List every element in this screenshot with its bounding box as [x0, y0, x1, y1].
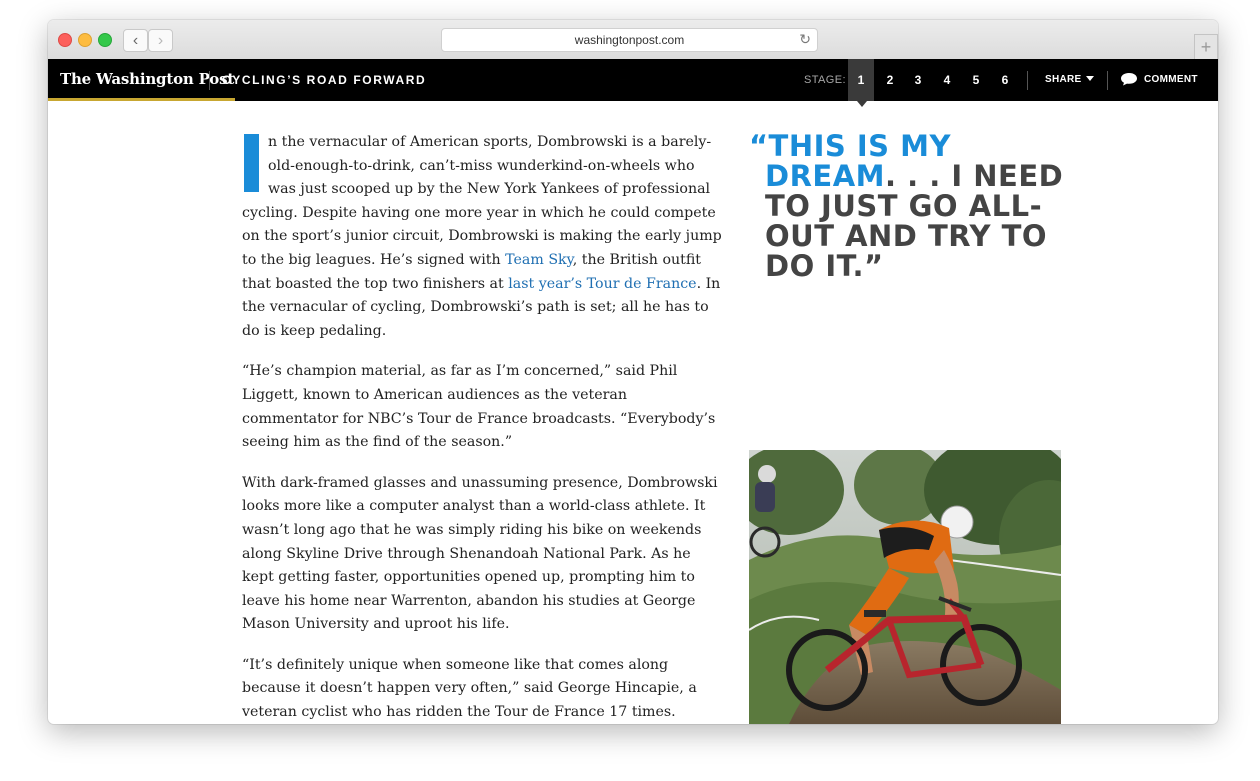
speech-bubble-icon [1121, 73, 1137, 86]
active-stage-indicator [857, 101, 867, 107]
share-button[interactable]: SHARE [1045, 74, 1094, 85]
minimize-window-button[interactable] [78, 33, 92, 47]
quote-line: DREAM. . . I NEED [749, 161, 1069, 191]
stage-number: 1 [857, 73, 865, 87]
logo-underline [48, 98, 235, 101]
stage-1-button[interactable]: 1 [848, 59, 874, 107]
divider [1027, 71, 1028, 90]
new-tab-button[interactable]: + [1194, 34, 1218, 60]
quote-line: “THIS IS MY [749, 129, 952, 163]
chevron-left-icon: ‹ [132, 31, 139, 49]
share-label: SHARE [1045, 74, 1082, 85]
address-bar[interactable]: washingtonpost.com ↻ [441, 28, 818, 52]
article-paragraph: With dark-framed glasses and unassuming … [242, 474, 718, 633]
stage-number: 2 [886, 73, 894, 87]
stage-number: 4 [943, 73, 951, 87]
stage-number: 6 [1001, 73, 1009, 87]
back-button[interactable]: ‹ [123, 29, 148, 52]
drop-cap-marker [244, 134, 259, 192]
forward-button[interactable]: › [148, 29, 173, 52]
stage-number: 3 [914, 73, 922, 87]
url-text: washingtonpost.com [574, 33, 685, 47]
quote-line: OUT AND TRY TO [765, 219, 1048, 253]
stage-label: STAGE: [804, 74, 846, 86]
site-logo[interactable]: The Washington Post [60, 70, 234, 88]
stage-number: 5 [972, 73, 980, 87]
reload-icon[interactable]: ↻ [799, 31, 811, 48]
plus-icon: + [1200, 36, 1212, 57]
chevron-right-icon: › [157, 31, 164, 49]
divider [209, 71, 210, 90]
stage-4-button[interactable]: 4 [934, 59, 960, 101]
article-paragraph: n the vernacular of American sports, Dom… [242, 131, 722, 343]
zoom-window-button[interactable] [98, 33, 112, 47]
stage-2-button[interactable]: 2 [877, 59, 903, 101]
comment-button[interactable]: COMMENT [1120, 72, 1198, 86]
tour-de-france-link[interactable]: last year’s Tour de France [508, 276, 696, 292]
cyclist-photo[interactable] [749, 450, 1061, 724]
browser-window: ‹ › washingtonpost.com ↻ + The Washingto… [48, 20, 1218, 724]
browser-toolbar: ‹ › washingtonpost.com ↻ + [48, 20, 1218, 60]
article-paragraph: “It’s definitely unique when someone lik… [242, 656, 697, 721]
comment-label: COMMENT [1144, 73, 1198, 85]
quote-line: DO IT.” [765, 249, 884, 283]
article-body: n the vernacular of American sports, Dom… [242, 131, 722, 724]
stage-6-button[interactable]: 6 [992, 59, 1018, 101]
quote-text: . . . I NEED [885, 159, 1064, 193]
cyclist-photo-image [749, 450, 1061, 724]
quote-line: TO JUST GO ALL- [765, 189, 1043, 223]
team-sky-link[interactable]: Team Sky [505, 252, 573, 268]
stage-5-button[interactable]: 5 [963, 59, 989, 101]
close-window-button[interactable] [58, 33, 72, 47]
site-header: The Washington Post CYCLING’S ROAD FORWA… [48, 59, 1218, 107]
article-paragraph: “He’s champion material, as far as I’m c… [242, 363, 716, 451]
section-title[interactable]: CYCLING’S ROAD FORWARD [222, 73, 426, 87]
stage-3-button[interactable]: 3 [905, 59, 931, 101]
paragraph-text: n the vernacular of American sports, Dom… [242, 134, 722, 268]
quote-highlight: DREAM [765, 159, 886, 193]
divider [1107, 71, 1108, 90]
caret-down-icon [1085, 76, 1094, 81]
pull-quote: “THIS IS MY DREAM. . . I NEED TO JUST GO… [749, 131, 1069, 281]
